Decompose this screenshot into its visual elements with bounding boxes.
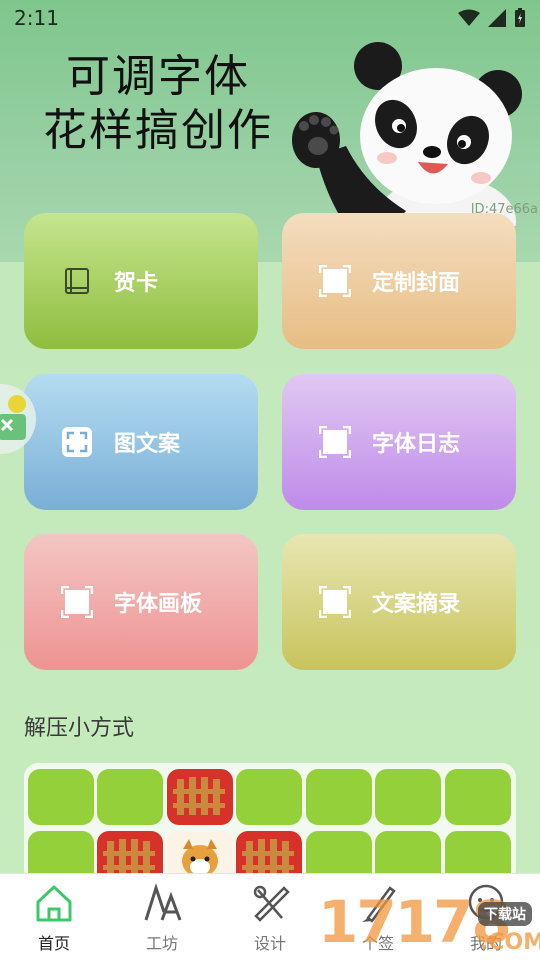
font-diary-button[interactable]: 字体日志	[282, 374, 516, 510]
font-icon	[144, 883, 182, 921]
picture-text-button[interactable]: 图文案	[24, 374, 258, 510]
tab-design[interactable]: 设计	[216, 874, 324, 961]
frame-icon	[318, 585, 352, 619]
status-bar: 2:11	[0, 0, 540, 36]
hero-title: 可调字体 花样搞创作	[28, 50, 288, 158]
watermark-badge: 下载站	[478, 902, 532, 926]
font-diary-label: 字体日志	[372, 432, 461, 457]
design-icon	[253, 885, 290, 922]
greeting-card-button[interactable]: 贺卡	[24, 213, 258, 349]
game-tile[interactable]	[306, 769, 372, 825]
hero-title-line2: 花样搞创作	[43, 105, 273, 156]
status-time: 2:11	[14, 6, 59, 30]
font-canvas-label: 字体画板	[114, 592, 203, 617]
tab-home[interactable]: 首页	[0, 874, 108, 961]
close-icon[interactable]	[0, 384, 36, 454]
hero-title-line1: 可调字体	[66, 51, 250, 102]
home-icon	[36, 885, 72, 922]
watermark: 17178 下载站 .COM	[318, 884, 540, 956]
frame-icon	[318, 425, 352, 459]
game-tile[interactable]	[236, 769, 302, 825]
tab-workshop[interactable]: 工坊	[108, 874, 216, 961]
text-excerpt-label: 文案摘录	[372, 592, 461, 617]
game-tile[interactable]	[445, 769, 511, 825]
frame-icon	[318, 264, 352, 298]
focus-frame-icon	[60, 425, 94, 459]
game-board[interactable]	[24, 763, 516, 883]
tab-workshop-label: 工坊	[145, 934, 178, 953]
custom-cover-label: 定制封面	[372, 271, 461, 296]
floating-widget[interactable]	[0, 384, 36, 454]
font-canvas-button[interactable]: 字体画板	[24, 534, 258, 670]
signal-icon	[488, 9, 506, 27]
section-title: 解压小方式	[24, 716, 135, 741]
status-icons	[458, 8, 526, 28]
fence-icon	[173, 777, 225, 815]
frame-icon	[60, 585, 94, 619]
text-excerpt-button[interactable]: 文案摘录	[282, 534, 516, 670]
wifi-icon	[458, 9, 480, 26]
game-tile[interactable]	[97, 769, 163, 825]
book-icon	[60, 264, 94, 298]
battery-icon	[515, 8, 525, 27]
tab-design-label: 设计	[253, 934, 286, 953]
game-tile-fence[interactable]	[167, 769, 233, 825]
custom-cover-button[interactable]: 定制封面	[282, 213, 516, 349]
picture-text-label: 图文案	[114, 432, 181, 457]
watermark-suffix: .COM	[480, 930, 540, 955]
greeting-card-label: 贺卡	[114, 271, 159, 296]
tab-home-label: 首页	[37, 934, 70, 953]
game-tile[interactable]	[375, 769, 441, 825]
game-tile[interactable]	[28, 769, 94, 825]
panda-illustration	[292, 42, 522, 226]
